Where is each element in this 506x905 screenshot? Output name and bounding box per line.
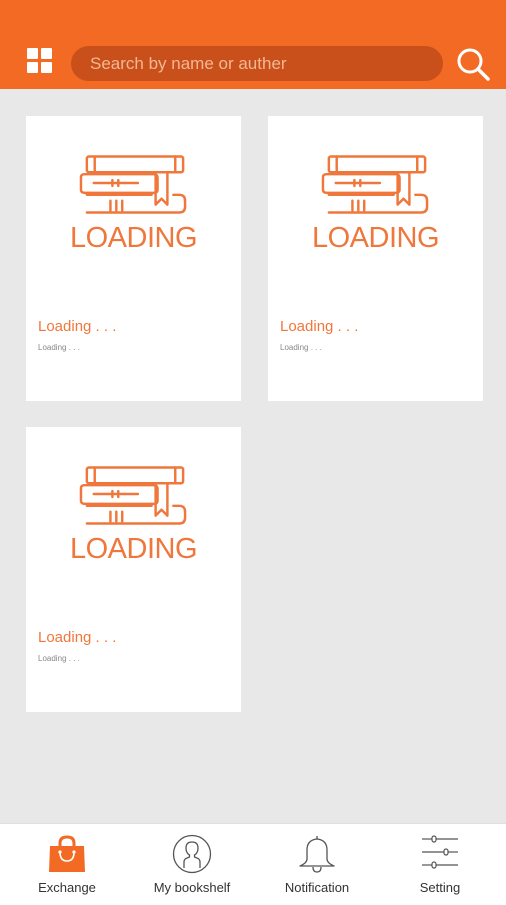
- grid-icon[interactable]: [27, 48, 52, 73]
- nav-label: Exchange: [38, 880, 96, 895]
- book-title: Loading . . .: [280, 318, 359, 335]
- sliders-icon: [422, 835, 458, 869]
- nav-item-my-bookshelf[interactable]: My bookshelf: [129, 824, 255, 905]
- nav-label: My bookshelf: [153, 880, 231, 895]
- book-cover: LOADING: [26, 116, 241, 291]
- shopping-bag-icon: [49, 835, 85, 872]
- user-icon: [172, 834, 212, 874]
- nav-item-exchange[interactable]: Exchange: [4, 824, 130, 905]
- book-card[interactable]: LOADING Loading . . . Loading . . .: [26, 427, 241, 712]
- app-header: [0, 0, 506, 89]
- book-subtitle: Loading . . .: [38, 654, 80, 663]
- search-input[interactable]: [90, 46, 430, 81]
- book-subtitle: Loading . . .: [38, 343, 80, 352]
- book-title: Loading . . .: [38, 629, 117, 646]
- books-stack-icon: [321, 155, 429, 214]
- bell-icon: [299, 836, 335, 873]
- nav-item-notification[interactable]: Notification: [254, 824, 380, 905]
- search-bar: [71, 46, 443, 81]
- search-icon[interactable]: [456, 47, 490, 81]
- nav-label: Setting: [419, 880, 461, 895]
- book-cover: LOADING: [268, 116, 483, 291]
- nav-item-setting[interactable]: Setting: [377, 824, 503, 905]
- cover-loading-text: LOADING: [69, 533, 198, 565]
- book-card[interactable]: LOADING Loading . . . Loading . . .: [26, 116, 241, 401]
- book-card[interactable]: LOADING Loading . . . Loading . . .: [268, 116, 483, 401]
- book-cover: LOADING: [26, 427, 241, 602]
- books-stack-icon: [79, 155, 187, 214]
- nav-label: Notification: [284, 880, 350, 895]
- bottom-nav: Exchange My bookshelf Notification Setti…: [0, 823, 506, 905]
- book-subtitle: Loading . . .: [280, 343, 322, 352]
- cover-loading-text: LOADING: [69, 222, 198, 254]
- cover-loading-text: LOADING: [311, 222, 440, 254]
- book-title: Loading . . .: [38, 318, 117, 335]
- books-stack-icon: [79, 466, 187, 525]
